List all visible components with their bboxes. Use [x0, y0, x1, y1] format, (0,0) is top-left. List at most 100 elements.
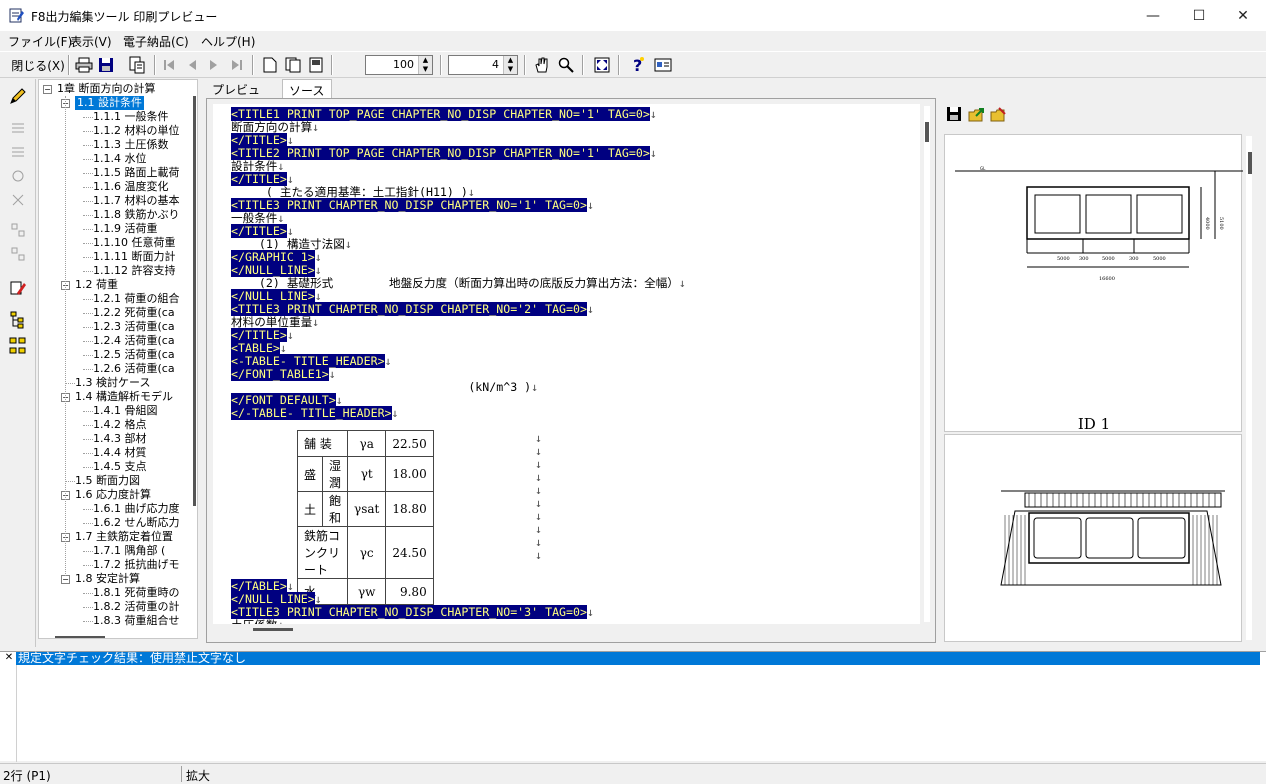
source-horizontal-scrollbar[interactable] — [253, 628, 293, 631]
tree-edit-icon[interactable] — [6, 189, 30, 211]
spin-down-icon[interactable]: ▼ — [504, 65, 517, 74]
next-page-icon[interactable] — [205, 54, 223, 76]
menu-help[interactable]: ヘルプ(H) — [201, 33, 255, 50]
tree-item[interactable]: 1.8.1 死荷重時の — [39, 586, 197, 600]
page-setup-icon[interactable] — [126, 54, 148, 76]
export-icon[interactable] — [968, 106, 986, 125]
tree-item[interactable]: 1.3 検討ケース — [39, 376, 197, 390]
tree-item[interactable]: 1.1.3 土圧係数 — [39, 138, 197, 152]
node-remove-icon[interactable] — [6, 243, 30, 265]
tree-item[interactable]: 1.7.2 抵抗曲げモ — [39, 558, 197, 572]
tree-structure-icon[interactable] — [6, 309, 30, 331]
prev-page-icon[interactable] — [183, 54, 201, 76]
tree-item[interactable]: −1.2 荷重 — [39, 278, 197, 292]
tree-item[interactable]: 1.1.12 許容支持 — [39, 264, 197, 278]
lines-down-icon[interactable] — [6, 141, 30, 163]
tree-horizontal-scrollbar[interactable] — [55, 636, 105, 638]
tree-item[interactable]: 1.1.5 路面上載荷 — [39, 166, 197, 180]
tree-item[interactable]: 1.8.3 荷重組合せ — [39, 614, 197, 628]
multi-page-icon[interactable] — [306, 54, 326, 76]
maximize-button[interactable]: ☐ — [1176, 0, 1222, 31]
tree-item[interactable]: 1.7.1 隅角部 ( — [39, 544, 197, 558]
tree-item[interactable]: 1.2.5 活荷重(ca — [39, 348, 197, 362]
close-window-button[interactable]: ✕ — [1220, 0, 1266, 31]
node-add-icon[interactable] — [6, 219, 30, 241]
fit-window-icon[interactable] — [592, 54, 612, 76]
page-spin-arrows[interactable]: ▲ ▼ — [503, 56, 517, 74]
line-break-icon: ↓ — [314, 289, 322, 303]
graphic-preview-1[interactable]: GL 5000 300 5000 300 5000 16600 4000 510… — [944, 134, 1243, 433]
zoom-spin-arrows[interactable]: ▲ ▼ — [418, 56, 432, 74]
preview-vertical-scrollbar[interactable] — [1248, 152, 1252, 174]
spin-down-icon[interactable]: ▼ — [419, 65, 432, 74]
tree-item[interactable]: 1.4.1 骨組図 — [39, 404, 197, 418]
single-page-icon[interactable] — [260, 54, 280, 76]
menu-delivery[interactable]: 電子納品(C) — [123, 33, 189, 50]
pen-icon[interactable] — [6, 85, 30, 107]
lines-icon[interactable] — [6, 117, 30, 139]
tree-item[interactable]: 1.6.1 曲げ応力度 — [39, 502, 197, 516]
grid-structure-icon[interactable] — [6, 335, 30, 357]
message-close-icon[interactable]: ✕ — [3, 652, 15, 664]
tree-item[interactable]: 1.5 断面力図 — [39, 474, 197, 488]
menu-view[interactable]: 表示(V) — [70, 33, 112, 50]
tree-item[interactable]: −1.4 構造解析モデル — [39, 390, 197, 404]
tree-item[interactable]: 1.2.2 死荷重(ca — [39, 306, 197, 320]
tree-collapse-icon[interactable]: − — [43, 85, 52, 94]
hand-icon[interactable] — [532, 54, 552, 76]
tree-vertical-scrollbar[interactable] — [193, 96, 196, 506]
tab-preview[interactable]: プレビュー — [206, 79, 276, 114]
tree-item[interactable]: −1.8 安定計算 — [39, 572, 197, 586]
tree-item[interactable]: 1.6.2 せん断応力 — [39, 516, 197, 530]
tree-item[interactable]: 1.1.7 材料の基本 — [39, 194, 197, 208]
graphic-preview-2[interactable] — [944, 434, 1242, 642]
zoom-stepper[interactable]: 100 ▲ ▼ — [365, 55, 433, 75]
menu-file[interactable]: ファイル(F) — [8, 33, 72, 50]
two-page-icon[interactable] — [283, 54, 303, 76]
help-icon[interactable]: ? — [628, 54, 648, 76]
tree-item[interactable]: −1.6 応力度計算 — [39, 488, 197, 502]
tree-item[interactable]: 1.1.11 断面力計 — [39, 250, 197, 264]
first-page-icon[interactable] — [160, 54, 178, 76]
chapter-tree[interactable]: −1章 断面方向の計算 −1.1 設計条件 1.1.1 一般条件 1.1.2 材料の単… — [38, 79, 198, 639]
tree-item[interactable]: 1.2.3 活荷重(ca — [39, 320, 197, 334]
tree-item[interactable]: 1.2.1 荷重の組合 — [39, 292, 197, 306]
save-icon[interactable] — [96, 54, 116, 76]
tree-item[interactable]: 1.1.1 一般条件 — [39, 110, 197, 124]
message-line[interactable]: 規定文字チェック結果：使用禁止文字なし — [16, 652, 1260, 665]
tree-item[interactable]: 1.1.2 材料の単位 — [39, 124, 197, 138]
shape-icon[interactable] — [6, 165, 30, 187]
close-button[interactable]: 閉じる(X) — [10, 54, 66, 76]
tree-item[interactable]: −1章 断面方向の計算 — [39, 82, 197, 96]
tree-collapse-icon[interactable]: − — [61, 575, 70, 584]
edit-tools-icon[interactable] — [6, 277, 30, 299]
spin-up-icon[interactable]: ▲ — [504, 56, 517, 65]
tree-item[interactable]: −1.7 主鉄筋定着位置 — [39, 530, 197, 544]
tree-item[interactable]: 1.1.10 任意荷重 — [39, 236, 197, 250]
tree-item[interactable]: 1.1.6 温度変化 — [39, 180, 197, 194]
tree-item[interactable]: 1.4.4 材質 — [39, 446, 197, 460]
save-graphic-icon[interactable] — [946, 106, 962, 125]
line-break-icon: ↓ — [286, 328, 294, 342]
tree-item[interactable]: 1.1.4 水位 — [39, 152, 197, 166]
tab-source[interactable]: ソース — [282, 79, 332, 99]
tree-item[interactable]: 1.4.5 支点 — [39, 460, 197, 474]
tree-item[interactable]: 1.2.4 活荷重(ca — [39, 334, 197, 348]
spin-up-icon[interactable]: ▲ — [419, 56, 432, 65]
magnifier-icon[interactable] — [556, 54, 576, 76]
tree-item[interactable]: −1.1 設計条件 — [39, 96, 197, 110]
page-stepper[interactable]: 4 ▲ ▼ — [448, 55, 518, 75]
minimize-button[interactable]: — — [1130, 0, 1176, 31]
last-page-icon[interactable] — [228, 54, 246, 76]
tree-item[interactable]: 1.1.8 鉄筋かぶり — [39, 208, 197, 222]
open-folder-icon[interactable] — [990, 106, 1008, 125]
tree-item[interactable]: 1.2.6 活荷重(ca — [39, 362, 197, 376]
tree-item[interactable]: 1.8.2 活荷重の計 — [39, 600, 197, 614]
source-vertical-scrollbar[interactable] — [925, 122, 929, 142]
print-icon[interactable] — [74, 54, 94, 76]
source-editor[interactable]: <TITLE1 PRINT TOP_PAGE CHAPTER_NO_DISP C… — [213, 104, 920, 624]
info-card-icon[interactable] — [652, 54, 674, 76]
tree-item[interactable]: 1.4.2 格点 — [39, 418, 197, 432]
tree-item[interactable]: 1.1.9 活荷重 — [39, 222, 197, 236]
tree-item[interactable]: 1.4.3 部材 — [39, 432, 197, 446]
